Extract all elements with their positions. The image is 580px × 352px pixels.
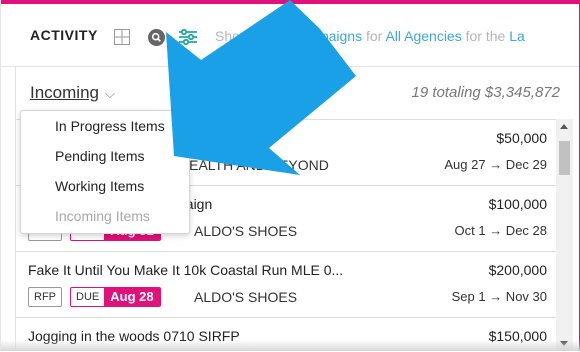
filter-summary: Showing All Campaigns for All Agencies f… [215,28,525,44]
dropdown-option-pending[interactable]: Pending Items [55,148,145,164]
totals-summary: 19 totaling $3,345,872 [411,84,560,101]
due-label: DUE [71,288,105,306]
search-icon[interactable] [148,29,165,46]
status-select[interactable]: Incoming ⌵ [30,83,115,103]
period-filter-link[interactable]: La [509,28,525,44]
row-dates: Aug 27 → Dec 29 [444,157,547,172]
row-agency: ALDO'S SHOES [194,289,298,305]
showing-prefix: Showing [215,28,272,44]
row-agency: HEALTH AND BEYOND [179,157,329,173]
scrollbar-thumb[interactable] [559,141,570,175]
filter-sliders-icon[interactable] [178,28,198,46]
dropdown-option-in-progress[interactable]: In Progress Items [55,118,165,134]
activity-header: ACTIVITY Showing All Campaigns for All A… [1,4,579,67]
row-agency: ALDO'S SHOES [194,223,298,239]
status-select-value: Incoming [30,83,99,102]
scroll-up-icon[interactable] [560,124,568,129]
due-date: Aug 28 [104,288,160,306]
dropdown-option-working[interactable]: Working Items [55,178,144,194]
campaigns-filter-link[interactable]: All Campaigns [272,28,362,44]
activity-title: ACTIVITY [30,27,98,43]
showing-tail: for the [461,28,510,44]
showing-for: for [362,28,386,44]
agencies-filter-link[interactable]: All Agencies [385,28,461,44]
row-dates: Oct 1 → Dec 28 [454,223,547,238]
row-amount: $100,000 [488,196,547,212]
rfp-badge: RFP [28,287,62,307]
list-scrollbar[interactable] [556,119,573,351]
activity-widget: ACTIVITY Showing All Campaigns for All A… [0,0,580,352]
row-name: Fake It Until You Make It 10k Coastal Ru… [28,262,344,278]
due-badge: DUE Aug 28 [70,287,161,307]
row-amount: $200,000 [488,262,547,278]
row-amount: $50,000 [496,130,547,146]
table-row[interactable]: Fake It Until You Make It 10k Coastal Ru… [16,251,557,318]
dropdown-option-incoming: Incoming Items [55,208,150,224]
status-dropdown-menu: In Progress Items Pending Items Working … [20,110,190,234]
grid-icon[interactable] [114,29,130,45]
chevron-down-icon: ⌵ [104,86,115,101]
bottom-fade [1,340,580,351]
row-dates: Sep 1 → Nov 30 [451,289,547,304]
